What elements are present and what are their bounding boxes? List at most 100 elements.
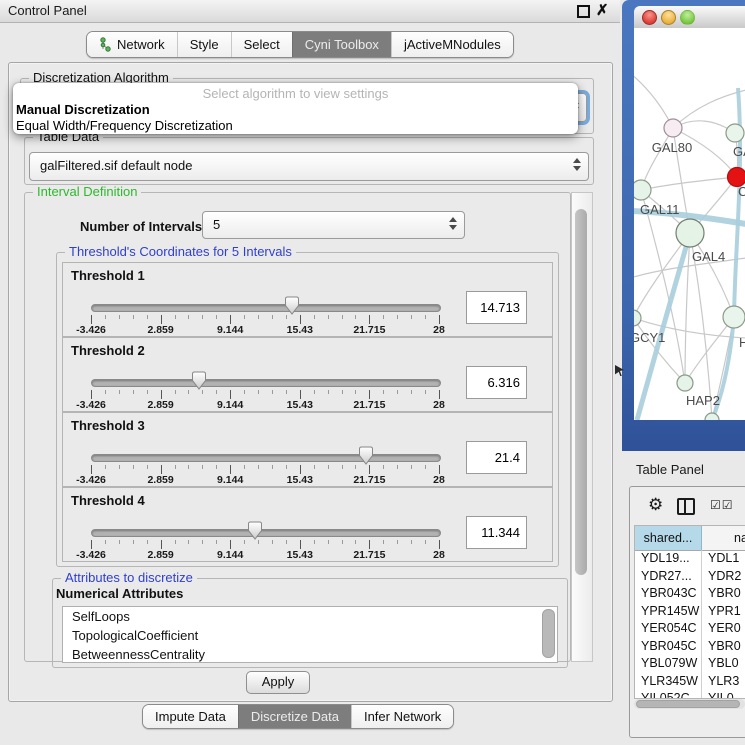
cell-name: YLR3 [708, 673, 739, 691]
attribute-item-selfloops[interactable]: SelfLoops [63, 607, 557, 626]
threshold-3-slider-track[interactable] [91, 454, 441, 462]
threshold-2-value-field[interactable] [466, 366, 527, 399]
checkboxes-icon[interactable]: ☑☑ [710, 498, 734, 512]
threshold-2-label: Threshold 2 [71, 343, 145, 358]
threshold-1-slider-thumb[interactable] [284, 296, 300, 315]
tick-mark [439, 390, 440, 399]
bottom-tab-bar: Impute DataDiscretize DataInfer Network [142, 704, 454, 729]
cell-shared-name: YBR045C [641, 638, 697, 656]
threshold-4-slider-thumb[interactable] [247, 521, 263, 540]
tick-mark [314, 465, 315, 469]
table-horizontal-scrollbar[interactable] [634, 699, 745, 709]
tick-label: 28 [433, 399, 445, 411]
table-row[interactable]: YDL19...YDL1 [635, 550, 745, 568]
number-of-intervals-combobox[interactable]: 5 [202, 211, 465, 239]
tick-label: 9.144 [217, 474, 243, 486]
node-label-c: C [738, 184, 745, 199]
tick-mark [272, 465, 273, 469]
network-canvas[interactable]: GAL80GACGAL11GAL4GCY1HHAP2 [634, 28, 745, 420]
tick-mark [425, 315, 426, 319]
tick-mark [355, 540, 356, 544]
tick-mark [161, 465, 162, 474]
tick-mark [439, 315, 440, 324]
tick-mark [175, 315, 176, 319]
gal4-node[interactable] [676, 219, 704, 247]
attribute-item-topologicalcoefficient[interactable]: TopologicalCoefficient [63, 626, 557, 645]
network-icon [99, 37, 112, 52]
gcy1-node[interactable] [634, 310, 641, 326]
mac-close-button[interactable] [642, 10, 657, 25]
threshold-1-slider-track[interactable] [91, 304, 441, 312]
threshold-3-slider-thumb[interactable] [358, 446, 374, 465]
table-row[interactable]: YIL052CYIL0 [635, 690, 745, 699]
table-data-combobox[interactable]: galFiltered.sif default node [29, 152, 589, 181]
tick-mark [383, 315, 384, 319]
threshold-4-value-field[interactable] [466, 516, 527, 549]
right-node[interactable] [723, 306, 745, 328]
hap2-node[interactable] [677, 375, 693, 391]
node-label-ga: GA [733, 144, 745, 159]
algorithm-option-manual-discretization[interactable]: Manual Discretization [13, 102, 578, 118]
tab-network[interactable]: Network [87, 32, 177, 57]
network-window-titlebar[interactable] [634, 6, 745, 29]
numerical-attributes-list[interactable]: SelfLoopsTopologicalCoefficientBetweenne… [62, 606, 558, 663]
close-icon[interactable]: ✗ [596, 1, 609, 19]
apply-button[interactable]: Apply [246, 671, 310, 694]
column-header-shared[interactable]: shared... [635, 526, 702, 550]
algorithm-option-equal-width-frequency-discretization[interactable]: Equal Width/Frequency Discretization [13, 118, 578, 134]
table-horizontal-scrollbar-thumb[interactable] [636, 700, 740, 708]
mac-minimize-button[interactable] [661, 10, 676, 25]
threshold-2-slider-track[interactable] [91, 379, 441, 387]
tab-jactivemnodules[interactable]: jActiveMNodules [391, 32, 513, 57]
column-header-name[interactable]: na [734, 526, 745, 550]
tab-cyni-toolbox[interactable]: Cyni Toolbox [292, 32, 391, 57]
tab-select[interactable]: Select [231, 32, 292, 57]
table-row[interactable]: YDR27...YDR2 [635, 568, 745, 586]
threshold-3-value-field[interactable] [466, 441, 527, 474]
attributes-list-scrollbar-thumb[interactable] [542, 609, 555, 658]
top-right-node[interactable] [726, 124, 744, 142]
tab-style[interactable]: Style [177, 32, 231, 57]
columns-icon[interactable] [677, 498, 695, 515]
attribute-item-betweennesscentrality[interactable]: BetweennessCentrality [63, 645, 557, 663]
table-row[interactable]: YPR145WYPR1 [635, 603, 745, 621]
tick-mark [342, 465, 343, 469]
threshold-3-label: Threshold 3 [71, 418, 145, 433]
settings-scrollbar-thumb[interactable] [575, 209, 587, 575]
tick-mark [91, 315, 92, 324]
tick-mark [383, 465, 384, 469]
threshold-2-slider-thumb[interactable] [191, 371, 207, 390]
table-row[interactable]: YBL079WYBL0 [635, 655, 745, 673]
table-row[interactable]: YLR345WYLR3 [635, 673, 745, 691]
tick-mark [411, 540, 412, 544]
cell-name: YER0 [708, 620, 741, 638]
settings-scrollbar[interactable] [571, 192, 593, 662]
tab-infer-network[interactable]: Infer Network [351, 705, 453, 728]
gal11-node[interactable] [634, 180, 651, 200]
tick-mark [133, 540, 134, 544]
float-window-icon[interactable] [577, 5, 590, 18]
gal80-node[interactable] [664, 119, 682, 137]
tick-mark [244, 390, 245, 394]
threshold-1-value-field[interactable] [466, 291, 527, 324]
tab-discretize-data[interactable]: Discretize Data [238, 705, 351, 728]
table-panel: ⚙ ☑☑ shared... na YDL19...YDL1YDR27...YD… [629, 486, 745, 738]
tick-mark [328, 465, 329, 469]
tick-mark [147, 390, 148, 394]
node-label-h: H [739, 335, 745, 350]
tick-label: 9.144 [217, 549, 243, 561]
tab-impute-data[interactable]: Impute Data [143, 705, 238, 728]
gear-icon[interactable]: ⚙ [648, 495, 663, 515]
table-row[interactable]: YBR043CYBR0 [635, 585, 745, 603]
tick-mark [300, 390, 301, 399]
table-row[interactable]: YER054CYER0 [635, 620, 745, 638]
tick-mark [119, 315, 120, 319]
tick-mark [369, 465, 370, 474]
node-label-gal11: GAL11 [640, 202, 680, 217]
tick-label: 21.715 [353, 474, 385, 486]
bottom-node[interactable] [705, 413, 719, 420]
threshold-4-slider-track[interactable] [91, 529, 441, 537]
mac-zoom-button[interactable] [680, 10, 695, 25]
tick-mark [286, 465, 287, 469]
table-row[interactable]: YBR045CYBR0 [635, 638, 745, 656]
